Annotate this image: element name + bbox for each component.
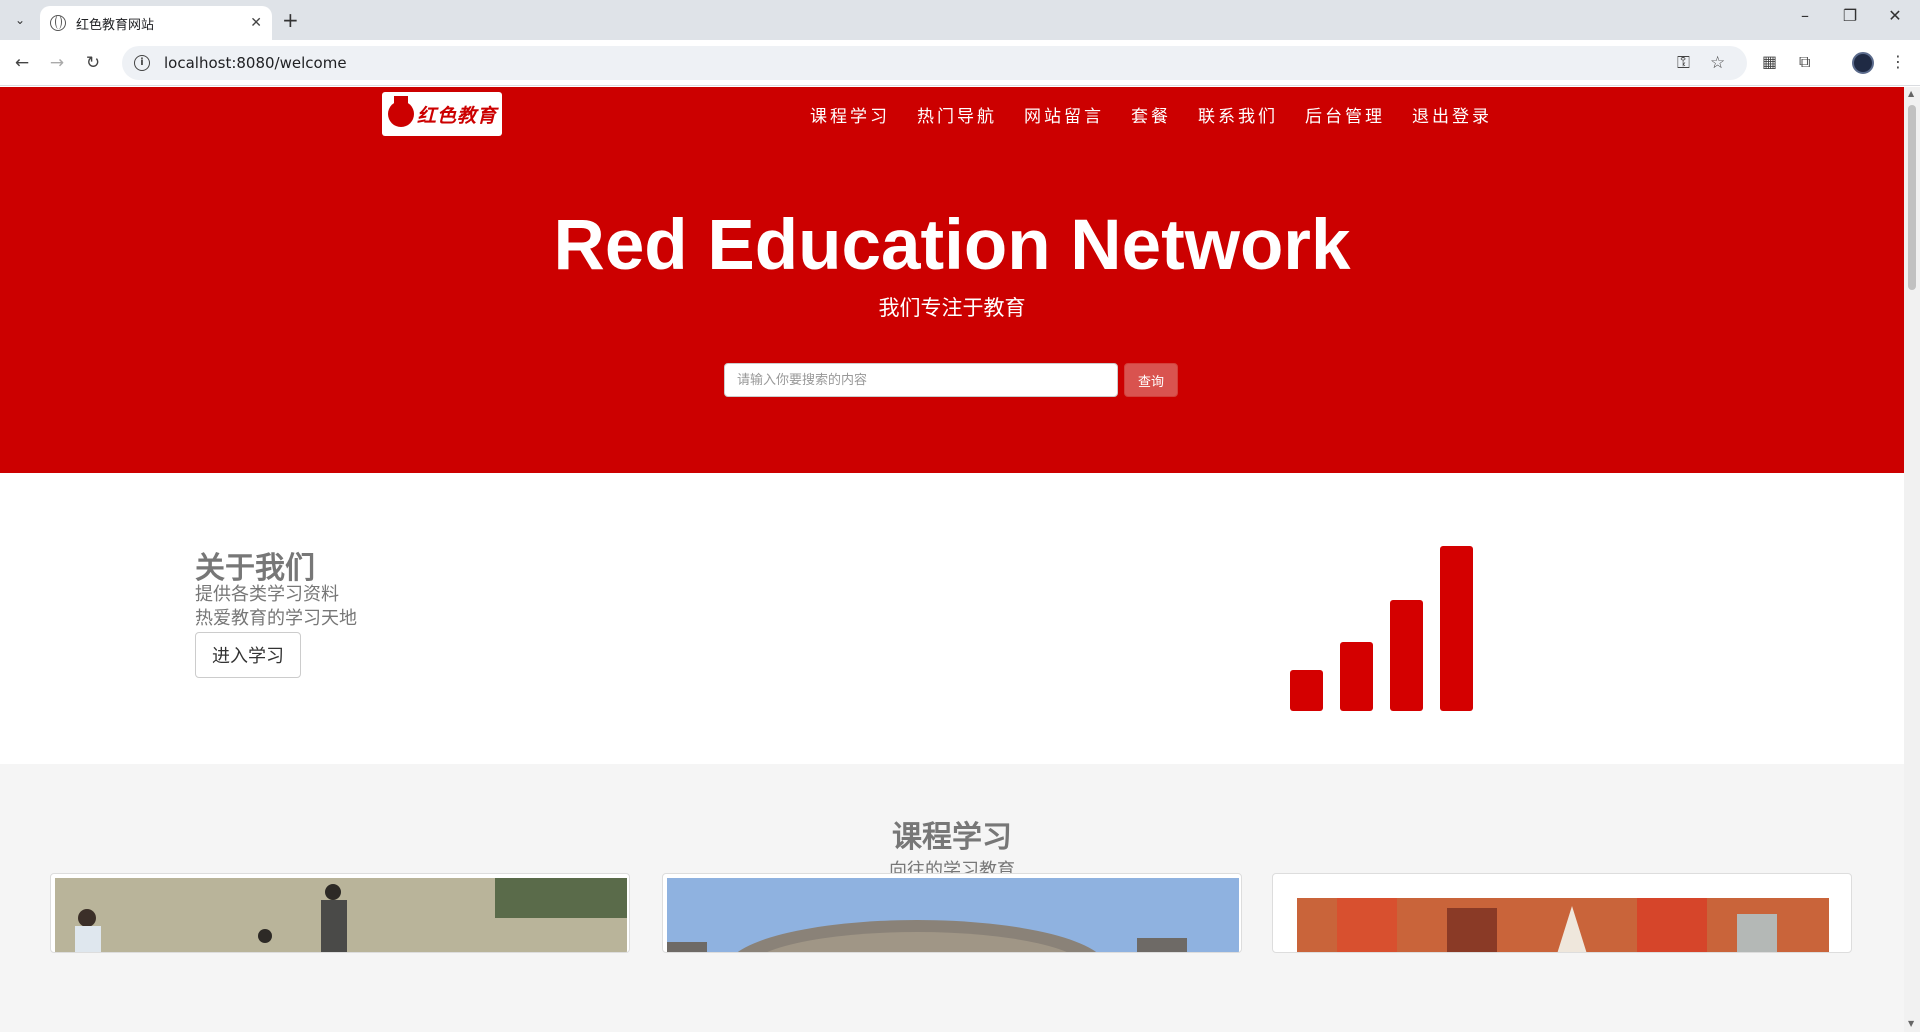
course-card-2[interactable] [662, 873, 1242, 953]
course-image-2 [667, 878, 1239, 952]
signal-bar-2 [1340, 642, 1373, 711]
browser-tab[interactable]: 红色教育网站 ✕ [40, 6, 272, 40]
scroll-down-icon[interactable]: ▼ [1908, 1019, 1914, 1028]
tab-title: 红色教育网站 [76, 17, 155, 33]
nav-item-courses[interactable]: 课程学习 [810, 102, 890, 127]
extensions-icon[interactable]: ⧉ [1799, 52, 1810, 72]
page-scrollbar[interactable]: ▲ ▼ [1904, 87, 1920, 1032]
course-card-3[interactable] [1272, 873, 1852, 953]
about-line-1: 提供各类学习资料 [195, 584, 339, 605]
scroll-up-icon[interactable]: ▲ [1908, 89, 1914, 98]
globe-icon [50, 15, 66, 31]
reload-icon[interactable]: ↻ [80, 50, 106, 76]
address-bar[interactable]: i localhost:8080/welcome ⚿ ☆ [122, 46, 1747, 80]
restore-icon[interactable]: ❐ [1827, 6, 1873, 25]
signal-bar-4 [1440, 546, 1473, 711]
search-button[interactable]: 查询 [1124, 363, 1178, 397]
site-logo[interactable]: 红色教育 [382, 92, 502, 136]
nav-item-contact[interactable]: 联系我们 [1198, 102, 1278, 127]
browser-tabstrip: ⌄ 红色教育网站 ✕ + – ❐ ✕ [0, 0, 1920, 40]
hero-title: Red Education Network [553, 206, 1351, 285]
course-image-3 [1297, 898, 1829, 952]
courses-title: 课程学习 [892, 820, 1012, 855]
nav-item-logout[interactable]: 退出登录 [1412, 102, 1492, 127]
more-menu-icon[interactable]: ⋮ [1890, 52, 1906, 71]
courses-section: 课程学习 向往的学习教育 [0, 764, 1904, 1032]
course-image-1 [55, 878, 627, 952]
signal-bars-icon [1290, 546, 1480, 711]
tab-search-chevron-icon[interactable]: ⌄ [8, 8, 32, 32]
hero-subtitle: 我们专注于教育 [878, 296, 1026, 320]
about-line-2: 热爱教育的学习天地 [195, 608, 357, 629]
page-viewport: 红色教育 课程学习 热门导航 网站留言 套餐 联系我们 后台管理 退出登录 Re… [0, 87, 1904, 1032]
course-card-1[interactable] [50, 873, 630, 953]
logo-text: 红色教育 [417, 104, 498, 127]
site-info-icon[interactable]: i [134, 55, 150, 71]
qr-code-icon[interactable]: ▦ [1762, 52, 1777, 71]
about-section: 关于我们 提供各类学习资料 热爱教育的学习天地 进入学习 [0, 473, 1904, 764]
minimize-icon[interactable]: – [1782, 6, 1828, 25]
search-input[interactable] [724, 363, 1118, 397]
scrollbar-thumb[interactable] [1908, 105, 1916, 290]
password-key-icon[interactable]: ⚿ [1677, 53, 1690, 73]
url-text: localhost:8080/welcome [164, 54, 347, 72]
profile-avatar[interactable] [1852, 52, 1874, 74]
nav-item-hot-nav[interactable]: 热门导航 [917, 102, 997, 127]
enter-study-button[interactable]: 进入学习 [195, 632, 301, 678]
nav-item-packages[interactable]: 套餐 [1131, 102, 1171, 127]
nav-item-admin[interactable]: 后台管理 [1305, 102, 1385, 127]
close-window-icon[interactable]: ✕ [1872, 6, 1918, 25]
signal-bar-1 [1290, 670, 1323, 711]
nav-item-messages[interactable]: 网站留言 [1024, 102, 1104, 127]
new-tab-icon[interactable]: + [282, 8, 299, 32]
signal-bar-3 [1390, 600, 1423, 711]
back-icon[interactable]: ← [9, 50, 35, 76]
close-tab-icon[interactable]: ✕ [250, 15, 262, 31]
bookmark-star-icon[interactable]: ☆ [1710, 53, 1725, 73]
logo-emblem-icon [388, 96, 414, 127]
browser-toolbar: ← → ↻ i localhost:8080/welcome ⚿ ☆ ▦ ⧉ ⋮ [0, 40, 1920, 86]
main-nav: 课程学习 热门导航 网站留言 套餐 联系我们 后台管理 退出登录 [810, 102, 1519, 127]
forward-icon[interactable]: → [44, 50, 70, 76]
hero-section: 红色教育 课程学习 热门导航 网站留言 套餐 联系我们 后台管理 退出登录 Re… [0, 87, 1904, 473]
